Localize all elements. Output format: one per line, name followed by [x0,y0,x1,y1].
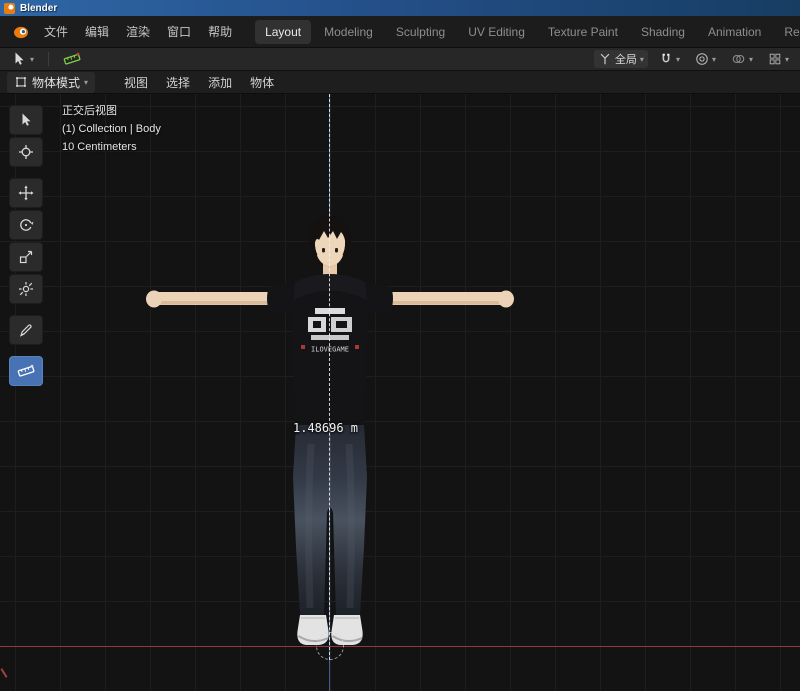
tool-measure[interactable] [9,356,43,386]
header-separator [48,52,49,66]
workspace-tab-rendering[interactable]: Rendering [774,20,800,44]
active-tool-dropdown[interactable]: ▾ [7,50,38,68]
transform-gizmo-icon [18,281,34,297]
workspace-tab-animation[interactable]: Animation [698,20,771,44]
tool-transform[interactable] [9,274,43,304]
viewport-info-text: 正交后视图 (1) Collection | Body 10 Centimete… [62,102,161,156]
grid-options-icon [768,52,782,66]
toolbar [9,105,43,386]
workspace-tab-shading[interactable]: Shading [631,20,695,44]
blender-logo-icon[interactable] [7,21,35,43]
workspace-tab-texture-paint[interactable]: Texture Paint [538,20,628,44]
chevron-down-icon: ▾ [30,56,34,64]
measure-value-label: 1.48696 m [293,421,358,435]
select-cursor-icon [18,112,34,128]
viewport-menu-view[interactable]: 视图 [115,71,157,94]
rotate-icon [18,217,34,233]
move-icon [18,185,34,201]
tool-settings-right: 全局 ▾ ▾ ▾ ▾ [594,50,793,68]
magnet-icon [659,52,673,66]
measure-line[interactable] [329,94,330,660]
menu-window[interactable]: 窗口 [159,19,199,44]
window-titlebar[interactable]: Blender [0,0,800,16]
menu-edit[interactable]: 编辑 [77,19,117,44]
tool-tweak-select[interactable] [9,105,43,135]
collection-label: (1) Collection | Body [62,120,161,138]
viewport-menu-object[interactable]: 物体 [241,71,283,94]
chevron-down-icon: ▾ [785,56,789,64]
toolbar-gap [9,169,43,176]
blender-logo-glyph [12,23,30,41]
measure-tool-indicator[interactable] [59,50,85,68]
chevron-down-icon: ▾ [640,56,644,64]
view-label: 正交后视图 [62,102,161,120]
object-mode-icon [14,75,28,89]
tool-settings-header: ▾ 全局 ▾ ▾ [0,48,800,71]
viewport-3d[interactable]: ILOVEGAME 1.48696 m [0,94,800,691]
toolbar-gap [9,306,43,313]
workspace-tab-modeling[interactable]: Modeling [314,20,383,44]
grid-scale-label: 10 Centimeters [62,138,161,156]
menu-help[interactable]: 帮助 [200,19,240,44]
chevron-down-icon: ▾ [84,79,88,87]
viewport-menu-select[interactable]: 选择 [157,71,199,94]
menu-file[interactable]: 文件 [36,19,76,44]
tool-move[interactable] [9,178,43,208]
overlapping-circles-icon [731,52,746,66]
shirt-print-text: ILOVEGAME [311,346,349,354]
3d-cursor-icon [18,144,34,160]
measure-ruler-icon [17,363,35,379]
tool-settings-left: ▾ [7,50,85,68]
orientation-dropdown[interactable]: 全局 ▾ [594,50,648,68]
snap-toggle[interactable]: ▾ [655,51,684,67]
tool-rotate[interactable] [9,210,43,240]
orientation-label: 全局 [615,51,637,67]
chevron-down-icon: ▾ [676,56,680,64]
viewport-header: 物体模式 ▾ 视图 选择 添加 物体 [0,71,800,94]
tool-annotate[interactable] [9,315,43,345]
scale-icon [18,249,34,265]
tweak-tool-icon [11,51,27,67]
chevron-down-icon: ▾ [749,56,753,64]
workspace-tab-sculpting[interactable]: Sculpting [386,20,455,44]
y-axis-mark [1,668,8,678]
orientation-axes-icon [598,52,612,66]
tool-scale[interactable] [9,242,43,272]
overlap-mode-toggle[interactable]: ▾ [727,51,757,67]
measure-ruler-icon [63,51,81,67]
character-jeans [293,425,367,615]
chevron-down-icon: ▾ [712,56,716,64]
character-head [309,216,351,266]
viewport-options-dropdown[interactable]: ▾ [764,51,793,67]
tool-cursor[interactable] [9,137,43,167]
workspace-tab-layout[interactable]: Layout [255,20,311,44]
workspace-tabs: Layout Modeling Sculpting UV Editing Tex… [255,20,800,44]
mode-dropdown[interactable]: 物体模式 ▾ [7,72,95,93]
main-menubar: 文件 编辑 渲染 窗口 帮助 Layout Modeling Sculpting… [0,16,800,48]
viewport-menu-add[interactable]: 添加 [199,71,241,94]
measure-protractor-circle[interactable] [316,632,344,660]
mode-label: 物体模式 [32,74,80,91]
proportional-editing-toggle[interactable]: ▾ [691,51,720,67]
proportional-circles-icon [695,52,709,66]
toolbar-gap [9,347,43,354]
blender-app-icon [4,3,15,14]
window-title: Blender [20,3,57,14]
workspace-tab-uv-editing[interactable]: UV Editing [458,20,535,44]
annotate-pen-icon [18,322,34,338]
menu-render[interactable]: 渲染 [118,19,158,44]
